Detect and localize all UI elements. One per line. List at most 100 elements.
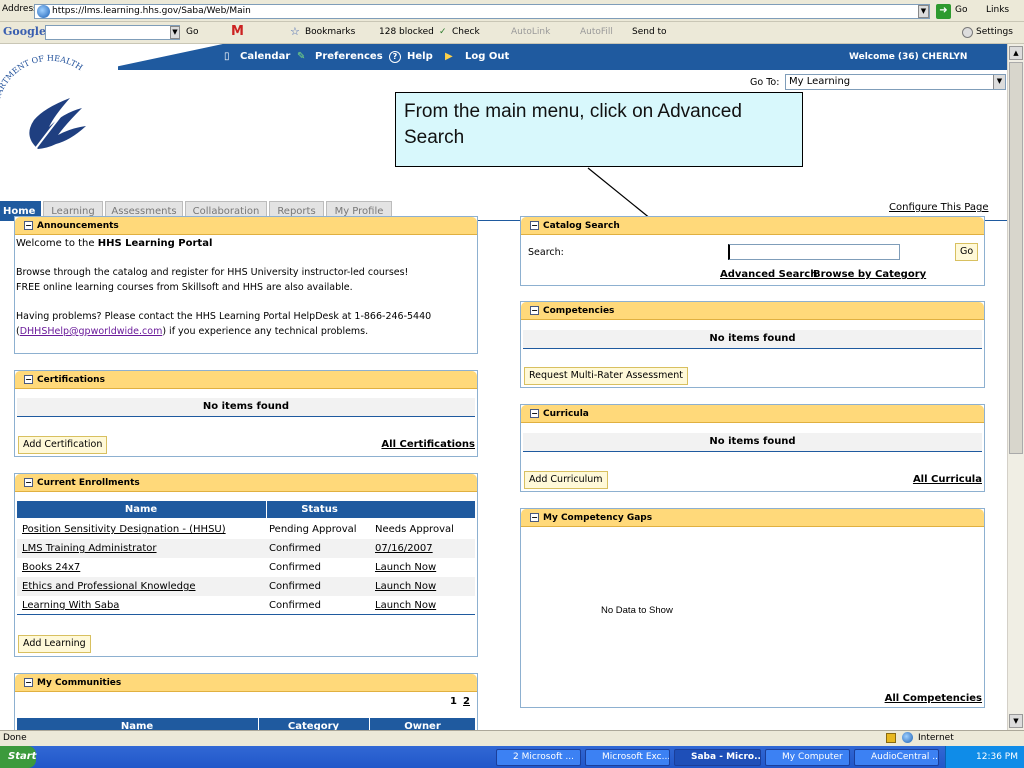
autofill-button[interactable]: AutoFill — [580, 22, 613, 42]
vertical-scrollbar[interactable]: ▲ ▼ — [1007, 44, 1024, 730]
scroll-thumb[interactable] — [1009, 62, 1023, 454]
advanced-search-link[interactable]: Advanced Search — [720, 269, 817, 280]
collapse-icon[interactable]: − — [530, 221, 539, 230]
announcement-line-3: Having problems? Please contact the HHS … — [16, 311, 432, 322]
popup-blocked-count[interactable]: 128 blocked — [379, 22, 434, 42]
table-row: Learning With Saba Confirmed Launch Now — [17, 596, 475, 615]
taskbar-item-my-computer[interactable]: My Computer — [765, 749, 850, 766]
preferences-link[interactable]: Preferences — [315, 44, 383, 70]
communities-table-header: Name Category Owner — [17, 718, 475, 730]
help-link[interactable]: Help — [407, 44, 433, 70]
globe-icon — [37, 5, 50, 18]
certifications-empty: No items found — [17, 398, 475, 417]
settings-button[interactable]: Settings — [976, 22, 1013, 42]
instruction-callout: From the main menu, click on Advanced Se… — [395, 92, 803, 167]
table-row: LMS Training Administrator Confirmed 07/… — [17, 539, 475, 558]
url-input[interactable]: https://lms.learning.hhs.gov/Saba/Web/Ma… — [34, 4, 930, 19]
table-row: Books 24x7 Confirmed Launch Now — [17, 558, 475, 577]
logout-link[interactable]: Log Out — [465, 44, 509, 70]
competencies-empty: No items found — [523, 330, 982, 349]
all-curricula-link[interactable]: All Curricula — [913, 474, 982, 485]
no-data-text: No Data to Show — [601, 605, 673, 616]
communities-title: My Communities — [37, 678, 122, 688]
course-link[interactable]: Ethics and Professional Knowledge — [22, 577, 195, 596]
request-multi-rater-button[interactable]: Request Multi-Rater Assessment — [524, 367, 688, 385]
taskbar-item-excel[interactable]: Microsoft Exc... — [585, 749, 670, 766]
course-link[interactable]: Books 24x7 — [22, 558, 80, 577]
table-row: Position Sensitivity Designation - (HHSU… — [17, 520, 475, 539]
page-2-link[interactable]: 2 — [463, 696, 470, 707]
add-learning-button[interactable]: Add Learning — [18, 635, 91, 653]
curricula-header: − Curricula — [521, 405, 984, 423]
competency-gaps-title: My Competency Gaps — [543, 513, 653, 523]
add-curriculum-button[interactable]: Add Curriculum — [524, 471, 608, 489]
taskbar-item-saba[interactable]: Saba - Micro... — [674, 749, 761, 766]
collapse-icon[interactable]: − — [24, 678, 33, 687]
launch-now-link[interactable]: Launch Now — [375, 577, 436, 596]
catalog-search-title: Catalog Search — [543, 221, 620, 231]
course-action: Needs Approval — [375, 524, 454, 535]
collapse-icon[interactable]: − — [530, 513, 539, 522]
url-dropdown-arrow-icon[interactable]: ▼ — [918, 5, 929, 18]
google-toolbar: Google ▼ Go M ☆ Bookmarks 128 blocked ✓ … — [0, 22, 1024, 44]
links-button[interactable]: Links — [986, 5, 1009, 15]
google-go-button[interactable]: Go — [186, 22, 198, 42]
course-link[interactable]: Position Sensitivity Designation - (HHSU… — [22, 520, 226, 539]
certifications-panel: − Certifications No items found Add Certi… — [14, 370, 478, 457]
all-certifications-link[interactable]: All Certifications — [381, 439, 475, 450]
helpdesk-email-link[interactable]: DHHSHelp@gpworldwide.com — [20, 326, 163, 337]
configure-page-link[interactable]: Configure This Page — [889, 202, 988, 213]
launch-now-link[interactable]: Launch Now — [375, 596, 436, 615]
course-status: Confirmed — [269, 600, 321, 611]
goto-label: Go To: — [750, 77, 780, 88]
zone-text: Internet — [918, 733, 954, 743]
enrollments-title: Current Enrollments — [37, 478, 140, 488]
collapse-icon[interactable]: − — [24, 478, 33, 487]
google-dropdown-icon[interactable]: ▼ — [170, 26, 180, 39]
announcements-panel: − Announcements Welcome to the HHS Learni… — [14, 216, 478, 354]
collapse-icon[interactable]: − — [24, 375, 33, 384]
table-row: Ethics and Professional Knowledge Confir… — [17, 577, 475, 596]
browse-by-category-link[interactable]: Browse by Category — [813, 269, 926, 280]
curricula-panel: − Curricula No items found Add Curriculum… — [520, 404, 985, 492]
send-to-button[interactable]: Send to — [632, 22, 667, 42]
google-search-input[interactable] — [45, 25, 180, 40]
start-button[interactable]: Start — [0, 746, 36, 768]
announcement-line-2: FREE online learning courses from Skills… — [16, 282, 353, 293]
taskbar-item-audiocentral[interactable]: AudioCentral ... — [854, 749, 939, 766]
course-action-link[interactable]: 07/16/2007 — [375, 539, 433, 558]
scroll-down-icon[interactable]: ▼ — [1009, 714, 1023, 728]
curricula-title: Curricula — [543, 409, 589, 419]
announcement-line-1: Browse through the catalog and register … — [16, 267, 409, 278]
gmail-icon[interactable]: M — [231, 22, 244, 42]
taskbar: Start 2 Microsoft ... Microsoft Exc... S… — [0, 746, 1024, 768]
check-button[interactable]: Check — [452, 22, 480, 42]
collapse-icon[interactable]: − — [530, 306, 539, 315]
system-clock: 12:36 PM — [945, 746, 1024, 768]
autolink-button[interactable]: AutoLink — [511, 22, 550, 42]
course-link[interactable]: LMS Training Administrator — [22, 539, 157, 558]
collapse-icon[interactable]: − — [530, 409, 539, 418]
certifications-header: − Certifications — [15, 371, 477, 389]
course-link[interactable]: Learning With Saba — [22, 596, 119, 615]
catalog-search-header: − Catalog Search — [521, 217, 984, 235]
go-button[interactable]: Go — [955, 5, 967, 15]
scroll-up-icon[interactable]: ▲ — [1009, 46, 1023, 60]
catalog-search-input[interactable] — [728, 244, 900, 260]
all-competencies-link[interactable]: All Competencies — [885, 693, 982, 704]
logout-icon: ▶ — [445, 51, 453, 62]
bookmarks-button[interactable]: Bookmarks — [305, 22, 355, 42]
bookmark-star-icon: ☆ — [290, 25, 300, 38]
collapse-icon[interactable]: − — [24, 221, 33, 230]
chevron-down-icon[interactable]: ▼ — [993, 75, 1005, 89]
enrollments-panel: − Current Enrollments Name Status Positio… — [14, 473, 478, 657]
spellcheck-icon: ✓ — [439, 27, 447, 37]
add-certification-button[interactable]: Add Certification — [18, 436, 108, 454]
competency-gaps-header: − My Competency Gaps — [521, 509, 984, 527]
taskbar-item-word[interactable]: 2 Microsoft ... — [496, 749, 581, 766]
go-arrow-icon[interactable]: ➜ — [936, 4, 951, 19]
catalog-go-button[interactable]: Go — [955, 243, 979, 261]
goto-select[interactable]: My Learning ▼ — [785, 74, 1006, 90]
calendar-link[interactable]: Calendar — [240, 44, 290, 70]
launch-now-link[interactable]: Launch Now — [375, 558, 436, 577]
